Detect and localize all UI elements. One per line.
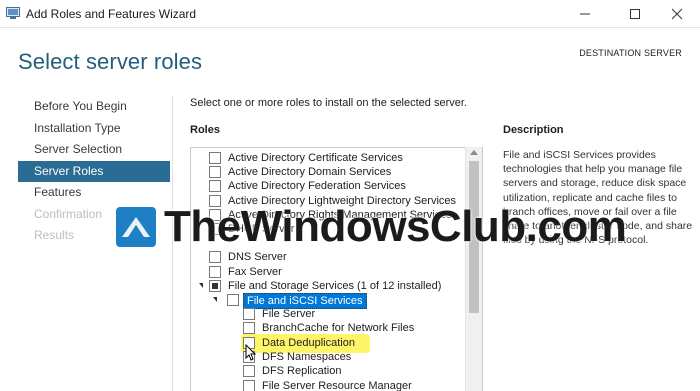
role-row[interactable]: Fax Server — [191, 265, 467, 279]
maximize-icon — [630, 9, 640, 19]
title-bar: Add Roles and Features Wizard — [0, 0, 700, 28]
nav-item-features[interactable]: Features — [18, 182, 170, 204]
role-row[interactable]: DFS Replication — [191, 364, 467, 378]
nav-item-before-you-begin[interactable]: Before You Begin — [18, 96, 170, 118]
server-manager-app-icon — [6, 7, 20, 19]
roles-tree[interactable]: Active Directory Certificate Services Ac… — [190, 147, 483, 391]
role-label: Data Deduplication — [262, 337, 355, 349]
role-checkbox[interactable] — [209, 166, 221, 179]
expand-arrow-icon[interactable] — [213, 297, 217, 302]
mouse-cursor-icon — [245, 344, 257, 361]
role-checkbox[interactable] — [209, 265, 221, 278]
role-row-file-iscsi[interactable]: File and iSCSI Services — [191, 293, 467, 310]
role-label: File Server Resource Manager — [262, 379, 412, 391]
nav-item-server-selection[interactable]: Server Selection — [18, 139, 170, 161]
watermark: TheWindowsClub.com — [112, 202, 627, 251]
role-checkbox[interactable] — [243, 379, 255, 391]
close-button[interactable] — [654, 0, 700, 28]
role-checkbox[interactable] — [209, 180, 221, 193]
watermark-text: TheWindowsClub.com — [164, 202, 627, 251]
role-label: File and Storage Services (1 of 12 insta… — [228, 279, 442, 292]
nav-item-installation-type[interactable]: Installation Type — [18, 118, 170, 140]
role-label: BranchCache for Network Files — [262, 322, 415, 335]
role-label: File Server — [262, 308, 316, 321]
windows-club-logo-icon — [116, 207, 156, 247]
role-label: DFS Namespaces — [262, 351, 352, 364]
window-title: Add Roles and Features Wizard — [26, 7, 197, 21]
minimize-button[interactable] — [562, 0, 608, 28]
minimize-icon — [580, 13, 590, 15]
role-label: Fax Server — [228, 265, 282, 278]
role-label: Active Directory Domain Services — [228, 166, 392, 179]
destination-server-label: DESTINATION SERVER — [579, 48, 682, 58]
role-row[interactable]: File Server Resource Manager — [191, 379, 467, 391]
role-label: Active Directory Federation Services — [228, 180, 406, 193]
role-checkbox[interactable] — [227, 294, 239, 306]
role-checkbox[interactable] — [243, 365, 255, 378]
role-row[interactable]: File Server — [191, 307, 467, 321]
role-row[interactable]: BranchCache for Network Files — [191, 321, 467, 335]
role-checkbox[interactable] — [209, 279, 221, 292]
role-checkbox[interactable] — [243, 322, 255, 335]
role-checkbox[interactable] — [243, 308, 255, 321]
role-label: DFS Replication — [262, 365, 342, 378]
roles-scrollbar[interactable] — [465, 147, 482, 391]
role-checkbox[interactable] — [209, 152, 221, 164]
page-title: Select server roles — [18, 49, 203, 74]
role-row[interactable]: Active Directory Federation Services — [191, 179, 467, 193]
expand-arrow-icon[interactable] — [199, 282, 203, 288]
close-icon — [671, 8, 683, 20]
scroll-up-arrow-icon[interactable] — [470, 150, 478, 155]
instruction-text: Select one or more roles to install on t… — [190, 97, 467, 109]
role-checkbox[interactable] — [209, 251, 221, 264]
role-label: DNS Server — [228, 251, 287, 264]
role-row-data-deduplication[interactable]: Data Deduplication — [191, 336, 467, 350]
role-row[interactable]: DNS Server — [191, 250, 467, 264]
roles-heading: Roles — [190, 124, 220, 136]
role-row[interactable]: DFS Namespaces — [191, 350, 467, 364]
role-row[interactable]: Active Directory Domain Services — [191, 165, 467, 179]
role-label: Active Directory Certificate Services — [228, 152, 403, 164]
description-heading: Description — [503, 124, 564, 136]
nav-item-server-roles[interactable]: Server Roles — [18, 160, 170, 182]
role-row-file-storage[interactable]: File and Storage Services (1 of 12 insta… — [191, 279, 467, 293]
role-row[interactable]: Active Directory Certificate Services — [191, 151, 467, 165]
maximize-button[interactable] — [612, 0, 658, 28]
